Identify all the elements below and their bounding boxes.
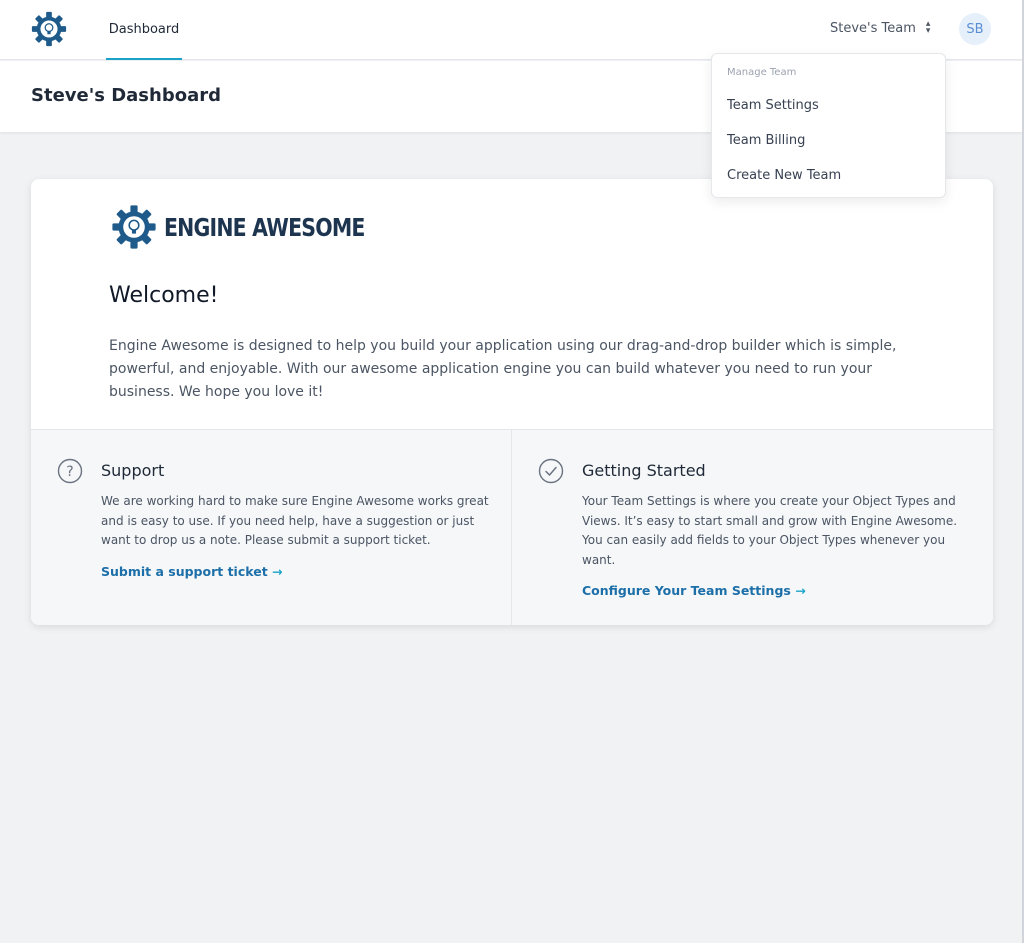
menu-item-create-new-team[interactable]: Create New Team: [727, 168, 841, 183]
gear-lightbulb-icon[interactable]: [30, 10, 68, 48]
team-switcher[interactable]: Steve's Team ▴ ▾: [830, 18, 930, 38]
intro-paragraph: Engine Awesome is designed to help you b…: [109, 338, 897, 400]
support-text: We are working hard to make sure Engine …: [101, 494, 489, 547]
support-panel: ? Support We are working hard to make su…: [31, 430, 512, 625]
arrow-right-icon: →: [272, 564, 283, 579]
check-circle-icon: [538, 458, 564, 484]
team-name: Steve's Team: [830, 20, 916, 36]
submit-ticket-label: Submit a support ticket: [101, 564, 268, 579]
avatar[interactable]: SB: [959, 13, 991, 45]
team-dropdown-menu: Manage Team Team Settings Team Billing C…: [711, 53, 946, 198]
info-panels: ? Support We are working hard to make su…: [31, 429, 993, 625]
welcome-heading: Welcome!: [109, 283, 219, 308]
dropdown-heading: Manage Team: [727, 67, 797, 78]
tab-dashboard[interactable]: Dashboard: [106, 0, 182, 60]
getting-started-title: Getting Started: [582, 461, 706, 480]
brand-wordmark: ENGINE AWESOME: [164, 212, 365, 242]
arrow-right-icon: →: [795, 583, 806, 598]
top-navbar: Dashboard Steve's Team ▴ ▾ SB: [0, 0, 1024, 60]
brand-logo: ENGINE AWESOME: [110, 203, 409, 251]
gear-lightbulb-icon: [112, 205, 156, 249]
svg-text:?: ?: [66, 464, 73, 480]
page-title: Steve's Dashboard: [31, 85, 221, 106]
support-title: Support: [101, 461, 165, 480]
configure-settings-link[interactable]: Configure Your Team Settings →: [582, 583, 806, 598]
question-circle-icon: ?: [57, 458, 83, 484]
welcome-card: ENGINE AWESOME Welcome! Engine Awesome i…: [31, 179, 993, 625]
menu-item-team-settings[interactable]: Team Settings: [727, 98, 819, 113]
getting-started-panel: Getting Started Your Team Settings is wh…: [512, 430, 993, 625]
getting-started-text: Your Team Settings is where you create y…: [582, 494, 958, 567]
configure-settings-label: Configure Your Team Settings: [582, 583, 791, 598]
chevron-up-down-icon: ▴ ▾: [925, 19, 931, 36]
submit-ticket-link[interactable]: Submit a support ticket →: [101, 564, 283, 579]
menu-item-team-billing[interactable]: Team Billing: [727, 133, 805, 148]
